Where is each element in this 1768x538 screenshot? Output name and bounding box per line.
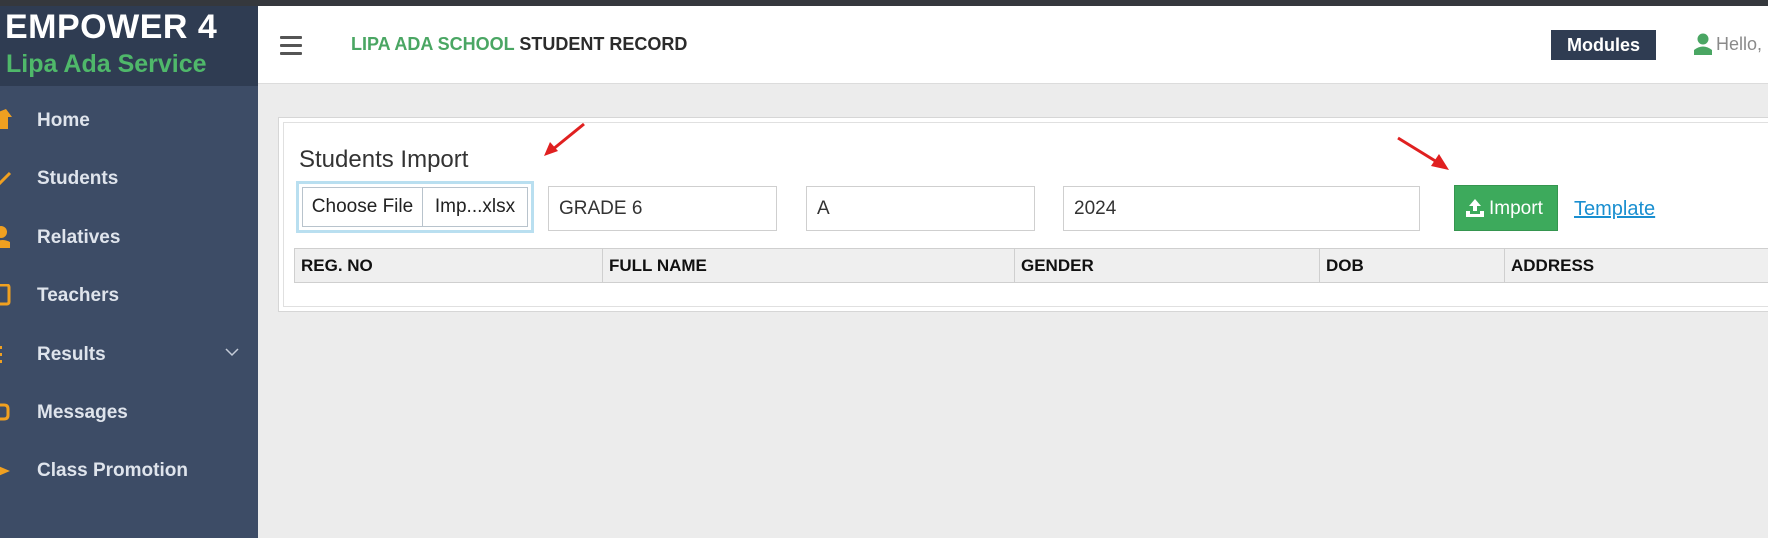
sidebar-item-results[interactable]: Results xyxy=(0,333,258,379)
sidebar: EMPOWER 4 Lipa Ada Service Home Students… xyxy=(0,6,258,538)
sidebar-item-label: Home xyxy=(37,110,90,131)
user-icon[interactable] xyxy=(1694,33,1712,55)
grade-field[interactable]: GRADE 6 xyxy=(548,186,777,231)
column-header-reg-no[interactable]: REG. NO xyxy=(294,249,602,282)
top-header: LIPA ADA SCHOOL STUDENT RECORD Modules H… xyxy=(258,6,1768,84)
sidebar-item-label: Messages xyxy=(37,402,128,423)
brand-title: EMPOWER 4 xyxy=(5,8,218,46)
list-icon xyxy=(0,346,2,363)
panel-title: Students Import xyxy=(299,146,469,173)
file-input[interactable]: Choose File Imp...xlsx xyxy=(296,181,534,233)
sidebar-item-relatives[interactable]: Relatives xyxy=(0,216,258,262)
sidebar-item-home[interactable]: Home xyxy=(0,99,258,145)
year-field[interactable]: 2024 xyxy=(1063,186,1420,231)
upload-icon xyxy=(1466,199,1484,217)
user-icon xyxy=(0,226,10,248)
user-greeting[interactable]: Hello, xyxy=(1716,34,1762,55)
chevron-down-icon[interactable] xyxy=(224,344,240,360)
template-link[interactable]: Template xyxy=(1574,198,1655,221)
column-header-full-name[interactable]: FULL NAME xyxy=(602,249,1014,282)
sidebar-item-teachers[interactable]: Teachers xyxy=(0,274,258,320)
page-title: LIPA ADA SCHOOL STUDENT RECORD xyxy=(351,34,687,55)
sidebar-item-label: Teachers xyxy=(37,285,120,306)
brand-subtitle: Lipa Ada Service xyxy=(6,50,207,78)
message-icon xyxy=(0,403,10,421)
choose-file-button[interactable]: Choose File xyxy=(302,187,423,227)
brand: EMPOWER 4 Lipa Ada Service xyxy=(0,6,258,86)
sidebar-item-label: Students xyxy=(37,168,119,189)
import-button-label: Import xyxy=(1489,198,1543,219)
students-import-panel: Students Import Choose File Imp...xlsx G… xyxy=(278,117,1768,312)
graduation-cap-icon xyxy=(0,466,10,476)
sidebar-item-students[interactable]: Students xyxy=(0,157,258,203)
column-header-gender[interactable]: GENDER xyxy=(1014,249,1319,282)
tablet-icon xyxy=(0,284,11,306)
sidebar-item-messages[interactable]: Messages xyxy=(0,391,258,437)
selected-file-name: Imp...xlsx xyxy=(423,187,528,227)
import-button[interactable]: Import xyxy=(1454,185,1558,231)
menu-toggle-icon[interactable] xyxy=(280,36,302,55)
home-icon xyxy=(0,109,12,129)
sidebar-item-label: Results xyxy=(37,344,106,365)
sidebar-item-label: Class Promotion xyxy=(37,460,188,481)
check-icon xyxy=(0,171,12,186)
stream-field[interactable]: A xyxy=(806,186,1035,231)
import-table-header: REG. NO FULL NAME GENDER DOB ADDRESS xyxy=(294,248,1768,283)
annotation-arrow-icon xyxy=(1397,136,1449,170)
modules-button[interactable]: Modules xyxy=(1551,30,1656,60)
sidebar-item-label: Relatives xyxy=(37,227,121,248)
panel-body: Students Import Choose File Imp...xlsx G… xyxy=(283,122,1768,307)
record-title: STUDENT RECORD xyxy=(519,34,688,54)
sidebar-item-class-promotion[interactable]: Class Promotion xyxy=(0,449,258,495)
column-header-address[interactable]: ADDRESS xyxy=(1504,249,1768,282)
annotation-arrow-icon xyxy=(544,122,585,156)
column-header-dob[interactable]: DOB xyxy=(1319,249,1504,282)
school-name: LIPA ADA SCHOOL xyxy=(351,34,515,54)
